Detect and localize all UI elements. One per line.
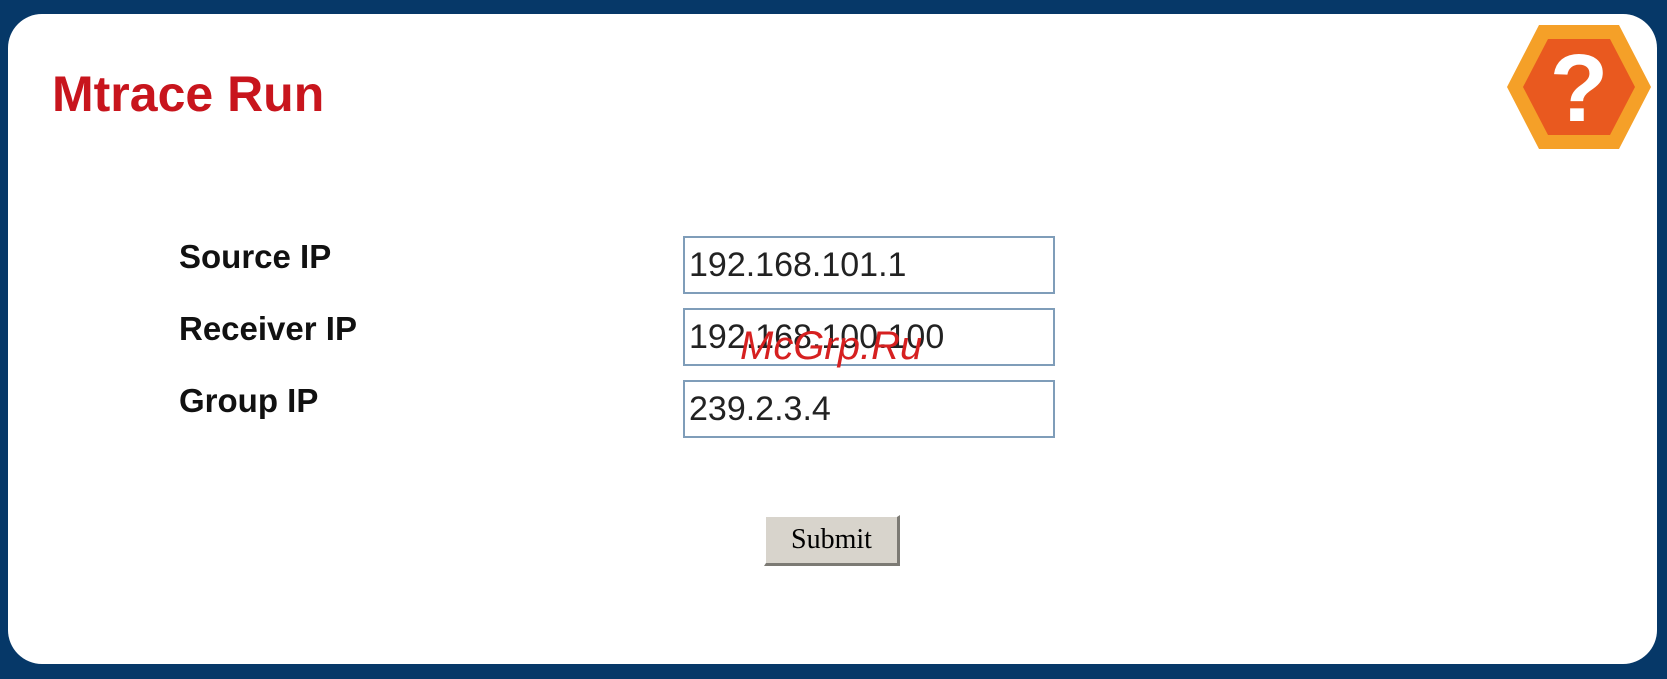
source-ip-label: Source IP bbox=[179, 238, 332, 275]
group-ip-label: Group IP bbox=[179, 382, 319, 419]
help-icon[interactable]: ? bbox=[1505, 23, 1653, 151]
main-panel: Mtrace Run ? Source IP Receiver IP Group… bbox=[8, 14, 1657, 664]
receiver-ip-input[interactable] bbox=[683, 308, 1055, 366]
receiver-ip-label: Receiver IP bbox=[179, 310, 357, 347]
page-title: Mtrace Run bbox=[52, 66, 325, 122]
question-mark-hexagon-icon: ? bbox=[1507, 25, 1651, 149]
submit-button[interactable]: Submit bbox=[764, 515, 900, 566]
source-ip-input[interactable] bbox=[683, 236, 1055, 294]
help-glyph: ? bbox=[1550, 35, 1609, 142]
group-ip-input[interactable] bbox=[683, 380, 1055, 438]
